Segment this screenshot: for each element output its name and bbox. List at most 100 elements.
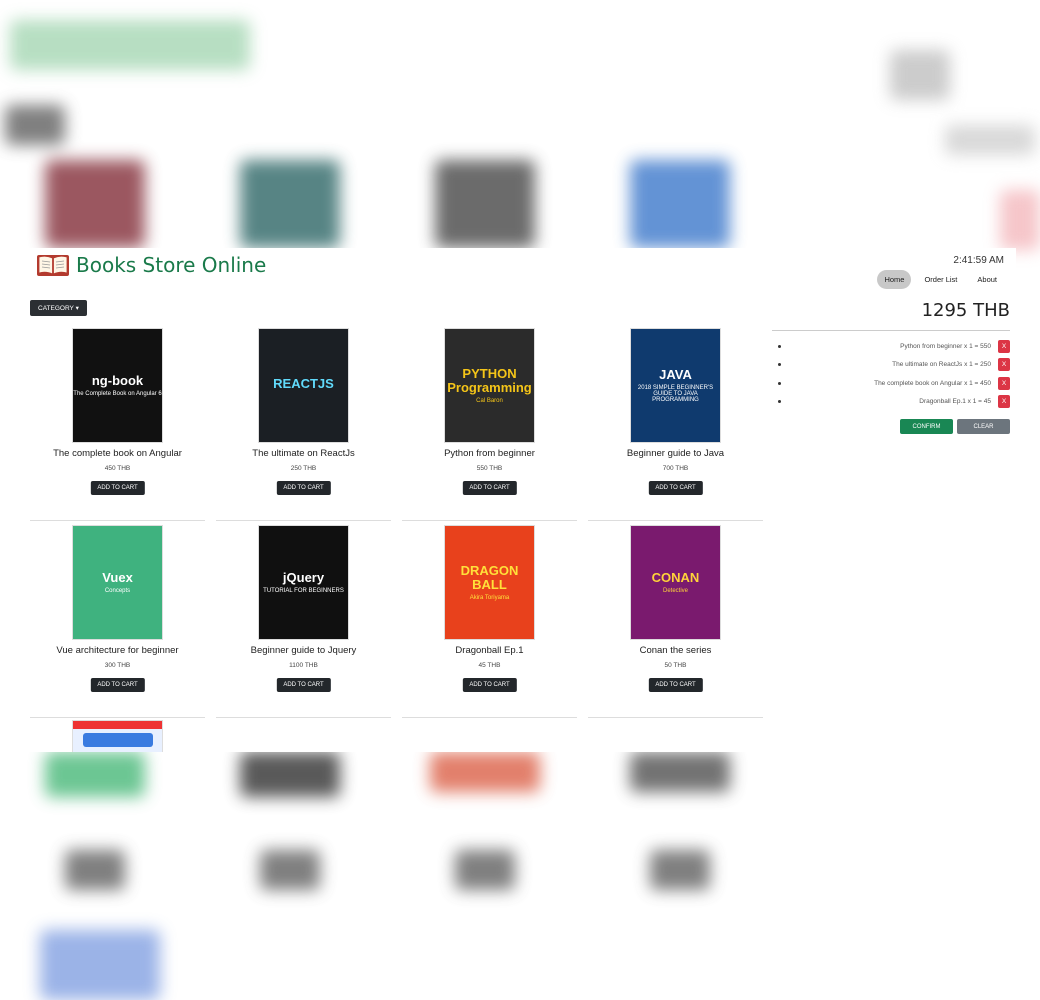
bg-blob xyxy=(45,752,145,797)
add-to-cart-button[interactable]: ADD TO CART xyxy=(90,481,145,495)
cover-title: jQuery xyxy=(282,569,325,585)
confirm-button[interactable]: CONFIRM xyxy=(900,419,953,434)
book-price: 45 THB xyxy=(478,662,501,669)
book-title: Beginner guide to Jquery xyxy=(250,645,357,656)
cart-actions: CONFIRM CLEAR xyxy=(772,419,1010,434)
add-to-cart-button[interactable]: ADD TO CART xyxy=(648,481,703,495)
cart-item-text: The complete book on Angular x 1 = 450 xyxy=(874,379,991,387)
cover-title: JAVA xyxy=(659,366,692,382)
cart-item: Dragonball Ep.1 x 1 = 45 X xyxy=(772,393,1010,412)
book-price: 50 THB xyxy=(664,662,687,669)
nav-order-list[interactable]: Order List xyxy=(917,270,964,289)
book-card: JAVA 2018 SIMPLE BEGINNER'S GUIDE TO JAVA… xyxy=(588,324,763,521)
bg-blob xyxy=(890,50,950,100)
cart-item: The ultimate on ReactJs x 1 = 250 X xyxy=(772,356,1010,375)
book-card: REACTJS The ultimate on ReactJs 250 THB ADD… xyxy=(216,324,391,521)
brand[interactable]: Books Store Online xyxy=(36,252,266,278)
book-price: 250 THB xyxy=(290,465,317,472)
bg-blob xyxy=(5,105,65,145)
book-card: CONAN Detective Conan the series 50 THB ADD … xyxy=(588,521,763,718)
bg-blob xyxy=(650,850,710,890)
bg-blob xyxy=(430,752,540,792)
cover-subtitle: The Complete Book on Angular 6 xyxy=(73,391,162,398)
cover-title: REACTJS xyxy=(273,375,334,391)
nav-about[interactable]: About xyxy=(970,270,1004,289)
book-cover: DRAGON BALL Akira Toriyama xyxy=(444,525,535,640)
bg-blob xyxy=(945,125,1035,155)
book-cover: jQuery TUTORIAL FOR BEGINNERS xyxy=(258,525,349,640)
book-card: DRAGON BALL Akira Toriyama Dragonball Ep.1… xyxy=(402,521,577,718)
remove-item-button[interactable]: X xyxy=(998,395,1010,409)
cover-subtitle: 2018 SIMPLE BEGINNER'S GUIDE TO JAVA PRO… xyxy=(637,385,714,404)
open-book-icon xyxy=(36,252,70,278)
bg-blob xyxy=(455,850,515,890)
remove-item-button[interactable]: X xyxy=(998,376,1010,390)
cover-subtitle: Detective xyxy=(662,588,688,595)
remove-item-button[interactable]: X xyxy=(998,358,1010,372)
cover-subtitle: TUTORIAL FOR BEGINNERS xyxy=(263,588,344,595)
book-title: Vue architecture for beginner xyxy=(56,645,179,656)
remove-item-button[interactable]: X xyxy=(998,339,1010,353)
cover-title: PYTHON Programming xyxy=(447,365,532,395)
book-cover: Vuex Concepts xyxy=(72,525,163,640)
add-to-cart-button[interactable]: ADD TO CART xyxy=(462,678,517,692)
cover-subtitle: Cal Baron xyxy=(476,398,503,405)
bg-blob xyxy=(630,160,730,248)
cart-total: 1295 THB xyxy=(772,300,1010,331)
book-cover: ng-book The Complete Book on Angular 6 xyxy=(72,328,163,443)
bg-blob xyxy=(240,160,340,248)
top-nav: Home Order List About xyxy=(877,270,1004,289)
bg-blob xyxy=(45,160,145,248)
cart-item: Python from beginner x 1 = 550 X xyxy=(772,337,1010,356)
book-title: Python from beginner xyxy=(444,448,535,459)
book-card: Vuex Concepts Vue architecture for beginne… xyxy=(30,521,205,718)
book-cover: JAVA 2018 SIMPLE BEGINNER'S GUIDE TO JAVA… xyxy=(630,328,721,443)
cart-item: The complete book on Angular x 1 = 450 X xyxy=(772,374,1010,393)
bg-blob xyxy=(1000,190,1040,250)
book-price: 550 THB xyxy=(476,465,503,472)
add-to-cart-button[interactable]: ADD TO CART xyxy=(276,481,331,495)
clock: 2:41:59 AM xyxy=(953,255,1004,266)
book-title: The ultimate on ReactJs xyxy=(252,448,355,459)
book-price: 300 THB xyxy=(104,662,131,669)
book-cover-partial xyxy=(72,720,163,752)
category-dropdown-button[interactable]: CATEGORY ▾ xyxy=(30,300,87,316)
bg-blob xyxy=(40,930,160,1000)
cover-subtitle: Concepts xyxy=(104,588,131,595)
bg-blob xyxy=(435,160,535,248)
cover-title: CONAN xyxy=(651,569,700,585)
book-card: PYTHON Programming Cal Baron Python from b… xyxy=(402,324,577,521)
book-cover: REACTJS xyxy=(258,328,349,443)
cart-panel: 1295 THB Python from beginner x 1 = 550 … xyxy=(772,300,1010,434)
book-card: ng-book The Complete Book on Angular 6 The… xyxy=(30,324,205,521)
add-to-cart-button[interactable]: ADD TO CART xyxy=(276,678,331,692)
book-price: 1100 THB xyxy=(289,662,318,669)
cover-title: Vuex xyxy=(102,569,133,585)
add-to-cart-button[interactable]: ADD TO CART xyxy=(90,678,145,692)
cart-item-text: Python from beginner x 1 = 550 xyxy=(900,342,991,350)
book-grid: ng-book The Complete Book on Angular 6 The… xyxy=(30,324,763,718)
nav-home[interactable]: Home xyxy=(877,270,912,289)
cover-title: DRAGON BALL xyxy=(460,562,519,592)
book-title: Beginner guide to Java xyxy=(626,448,725,459)
book-price: 450 THB xyxy=(104,465,131,472)
add-to-cart-button[interactable]: ADD TO CART xyxy=(462,481,517,495)
book-card: jQuery TUTORIAL FOR BEGINNERS Beginner gui… xyxy=(216,521,391,718)
bg-blob xyxy=(65,850,125,890)
cart-item-text: Dragonball Ep.1 x 1 = 45 xyxy=(919,398,991,406)
book-title: The complete book on Angular xyxy=(53,448,182,459)
bg-blob xyxy=(10,20,250,70)
book-cover: CONAN Detective xyxy=(630,525,721,640)
app-title: Books Store Online xyxy=(76,253,267,277)
main-panel: Books Store Online 2:41:59 AM Home Order… xyxy=(24,248,1016,752)
book-title: Conan the series xyxy=(639,645,712,656)
bg-blob xyxy=(260,850,320,890)
cart-item-text: The ultimate on ReactJs x 1 = 250 xyxy=(892,361,991,369)
bg-blob xyxy=(630,752,730,792)
book-cover: PYTHON Programming Cal Baron xyxy=(444,328,535,443)
cover-subtitle: Akira Toriyama xyxy=(469,595,510,602)
clear-button[interactable]: CLEAR xyxy=(957,419,1010,434)
add-to-cart-button[interactable]: ADD TO CART xyxy=(648,678,703,692)
cart-list: Python from beginner x 1 = 550 X The ult… xyxy=(772,337,1010,411)
book-price: 700 THB xyxy=(662,465,689,472)
